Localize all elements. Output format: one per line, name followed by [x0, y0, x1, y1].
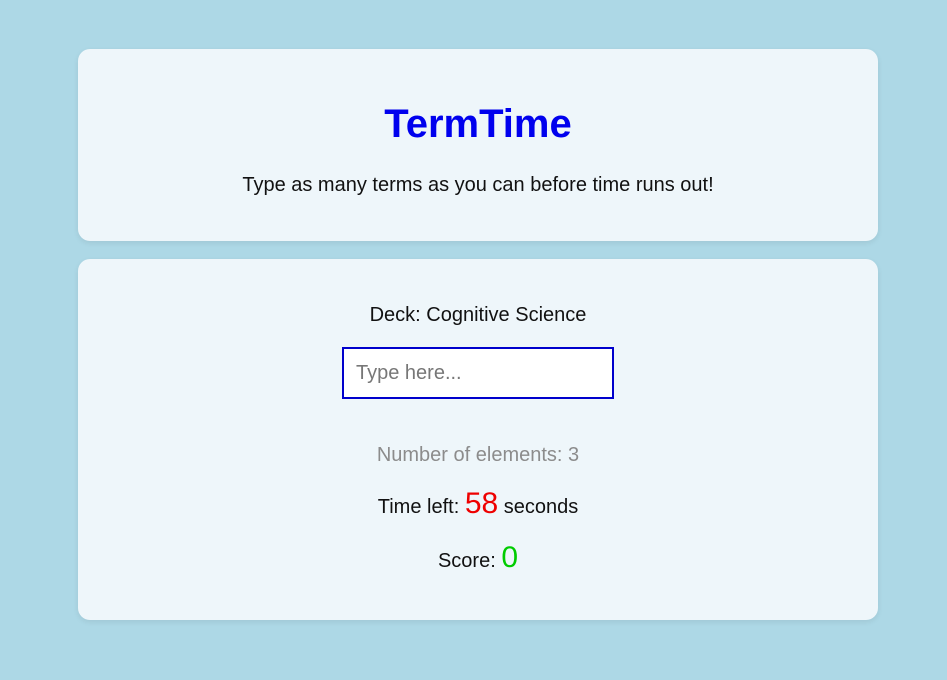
- app-title: TermTime: [384, 102, 572, 146]
- game-card: Deck: Cognitive Science Number of elemen…: [78, 259, 878, 620]
- time-left-suffix: seconds: [498, 496, 579, 518]
- term-input[interactable]: [342, 347, 614, 399]
- score-prefix: Score:: [437, 550, 502, 572]
- time-left: Time left: 58 seconds: [78, 487, 878, 524]
- score: Score: 0: [78, 541, 878, 578]
- deck-label: Deck: Cognitive Science: [369, 304, 587, 326]
- header-card: TermTime Type as many terms as you can b…: [78, 49, 878, 241]
- app-subtitle: Type as many terms as you can before tim…: [242, 174, 714, 196]
- score-value: 0: [501, 541, 519, 574]
- element-count: Number of elements: 3: [376, 444, 580, 466]
- time-left-value: 58: [464, 487, 499, 520]
- time-left-prefix: Time left:: [377, 496, 465, 518]
